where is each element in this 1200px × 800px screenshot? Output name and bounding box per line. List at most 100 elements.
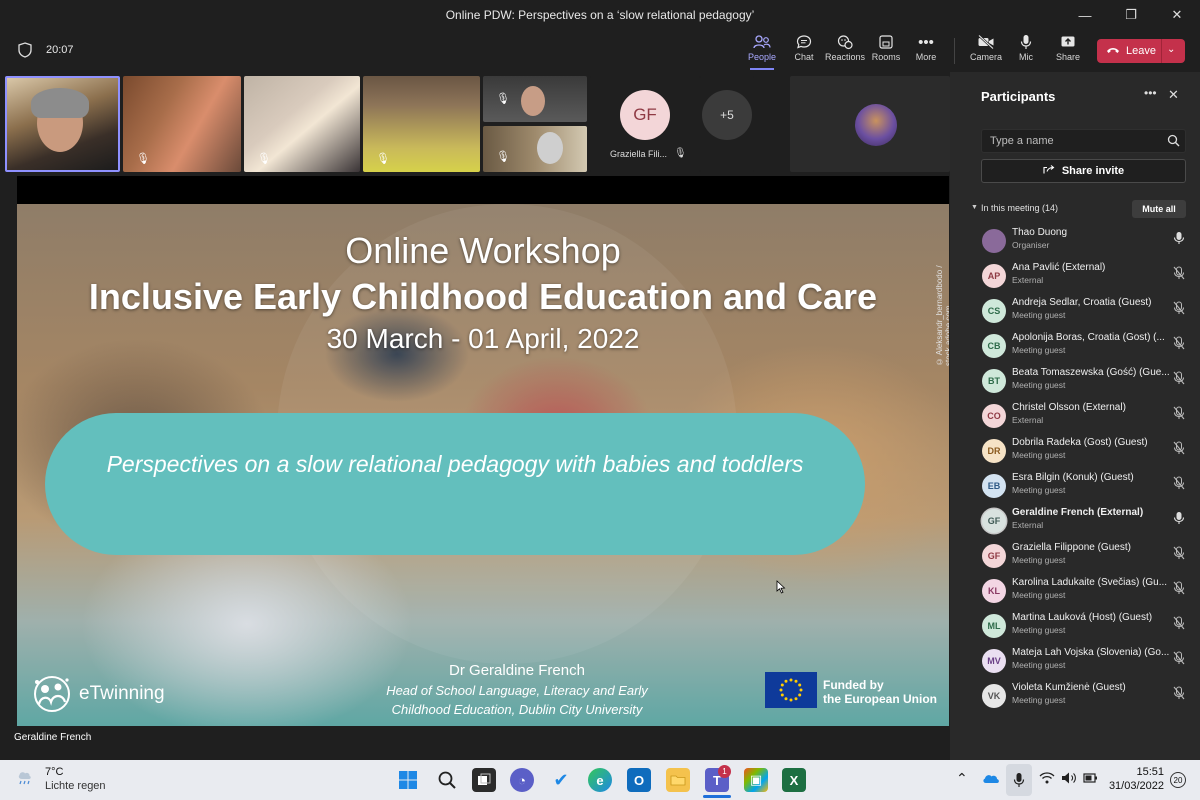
share-invite-label: Share invite [1061,165,1125,177]
weather-temperature[interactable]: 7°C [45,766,63,778]
participant-row[interactable]: GF Graziella Filippone (Guest) Meeting gue… [980,540,1192,574]
participant-row[interactable]: MV Mateja Lah Vojska (Slovenia) (Go... Mee… [980,645,1192,679]
mic-off-icon[interactable] [1172,546,1186,560]
volume-icon[interactable] [1061,771,1077,790]
video-tile-self[interactable] [790,76,950,172]
participant-name: Dobrila Radeka (Gost) (Guest) [1012,437,1148,448]
rooms-button[interactable]: Rooms [864,34,908,62]
store-icon[interactable]: ▣ [744,768,768,792]
video-tile-presenter[interactable] [5,76,120,172]
avatar: GF [982,544,1006,568]
mic-off-icon[interactable] [1172,651,1186,665]
participant-row[interactable]: CB Apolonija Boras, Croatia (Gost) (... Me… [980,330,1192,364]
weather-condition[interactable]: Lichte regen [45,780,106,792]
mic-off-icon: 🎙 [376,153,390,165]
mute-all-button[interactable]: Mute all [1132,200,1186,218]
video-tile-6[interactable]: 🎙 [483,126,587,172]
participant-row[interactable]: VK Violeta Kumžienė (Guest) Meeting guest [980,680,1192,714]
speaker-role-line1: Head of School Language, Literacy and Ea… [386,683,648,698]
battery-icon[interactable] [1082,771,1098,790]
file-explorer-icon[interactable] [666,768,690,792]
mic-off-icon[interactable] [1172,616,1186,630]
notification-count[interactable]: 20 [1170,772,1186,788]
participant-search[interactable] [981,129,1186,153]
video-tile-3[interactable]: 🎙 [244,76,360,172]
avatar: ML [982,614,1006,638]
reactions-button[interactable]: Reactions [822,34,868,62]
outlook-icon[interactable]: O [627,768,651,792]
people-button[interactable]: People [740,34,784,70]
participant-name: Andreja Sedlar, Croatia (Guest) [1012,297,1152,308]
clock-time[interactable]: 15:51 [1120,766,1164,778]
overflow-tile[interactable]: +5 [700,76,754,172]
todo-icon[interactable]: ✔ [549,768,573,792]
participant-row[interactable]: ML Martina Lauková (Host) (Guest) Meeting … [980,610,1192,644]
participant-role: Meeting guest [1012,450,1066,460]
mic-off-icon[interactable] [1172,406,1186,420]
chevron-up-icon[interactable]: ⌃ [956,770,968,787]
people-icon [740,34,784,52]
mic-off-icon[interactable] [1172,476,1186,490]
participant-row[interactable]: CS Andreja Sedlar, Croatia (Guest) Meeting… [980,295,1192,329]
video-tile-4[interactable]: 🎙 [363,76,480,172]
share-invite-button[interactable]: Share invite [981,159,1186,183]
mic-off-icon[interactable] [1172,581,1186,595]
avatar [982,229,1006,253]
mic-off-icon[interactable] [1172,441,1186,455]
mic-tray-icon[interactable] [1006,764,1032,796]
share-button[interactable]: Share [1046,34,1090,62]
video-tile-2[interactable]: 🎙 [123,76,241,172]
more-button[interactable]: ••• More [904,34,948,62]
mic-off-icon: 🎙 [496,151,510,163]
mic-off-icon[interactable] [1172,686,1186,700]
participant-row[interactable]: GF Geraldine French (External) External [980,505,1192,539]
participant-role: Meeting guest [1012,695,1066,705]
teams-chat-icon[interactable]: ◔ [510,768,534,792]
participants-header: Participants [981,89,1056,104]
search-icon[interactable] [435,768,459,792]
participant-row[interactable]: DR Dobrila Radeka (Gost) (Guest) Meeting g… [980,435,1192,469]
chevron-down-icon[interactable]: ⌄ [1167,44,1175,55]
mic-on-icon[interactable] [1172,231,1186,245]
participant-row[interactable]: CO Christel Olsson (External) External [980,400,1192,434]
windows-start-icon[interactable] [396,768,420,792]
shared-screen: Online Workshop Inclusive Early Childhoo… [0,176,950,756]
search-icon[interactable] [1167,134,1180,152]
task-view-icon[interactable] [472,768,496,792]
chat-button[interactable]: Chat [782,34,826,62]
mic-off-icon[interactable] [1172,266,1186,280]
leave-button[interactable]: Leave ⌄ [1097,39,1185,63]
participant-row[interactable]: EB Esra Bilgin (Konuk) (Guest) Meeting gue… [980,470,1192,504]
edge-icon[interactable]: e [588,768,612,792]
mic-off-icon[interactable] [1172,336,1186,350]
participant-row[interactable]: BT Beata Tomaszewska (Gość) (Gue... Meetin… [980,365,1192,399]
collapse-caret-icon[interactable]: ▼ [971,204,978,211]
weather-icon[interactable] [16,767,38,792]
clock-date[interactable]: 31/03/2022 [1104,780,1164,792]
minimize-button[interactable]: — [1062,0,1108,30]
participant-row[interactable]: AP Ana Pavlić (External) External [980,260,1192,294]
more-options-icon[interactable]: ••• [1144,86,1157,100]
excel-icon[interactable]: X [782,768,806,792]
mic-off-icon[interactable] [1172,371,1186,385]
camera-button[interactable]: Camera [964,34,1008,62]
close-window-button[interactable]: ✕ [1154,0,1200,30]
mic-off-icon: 🎙 [674,148,687,159]
mic-on-icon[interactable] [1172,511,1186,525]
participant-row[interactable]: Thao Duong Organiser [980,225,1192,259]
wifi-icon[interactable] [1039,771,1055,788]
mic-off-icon[interactable] [1172,301,1186,315]
restore-button[interactable]: ❐ [1108,0,1154,30]
participant-role: External [1012,415,1044,425]
participant-role: Meeting guest [1012,660,1066,670]
close-panel-icon[interactable]: ✕ [1168,87,1179,103]
mic-button[interactable]: Mic [1004,34,1048,62]
avatar: CS [982,299,1006,323]
windows-taskbar: 7°C Lichte regen ◔ ✔ e O T 1 ▣ X ⌃ 15:51… [0,760,1200,800]
participant-row[interactable]: KL Karolina Ladukaite (Svečias) (Gu... Mee… [980,575,1192,609]
slide-subtitle-banner: Perspectives on a slow relational pedago… [45,413,865,555]
search-input[interactable] [982,130,1162,152]
video-tile-graziella[interactable]: GF Graziella Fili... 🎙 [590,76,700,172]
video-tile-5[interactable]: 🎙 [483,76,587,122]
onedrive-icon[interactable] [982,771,1000,789]
